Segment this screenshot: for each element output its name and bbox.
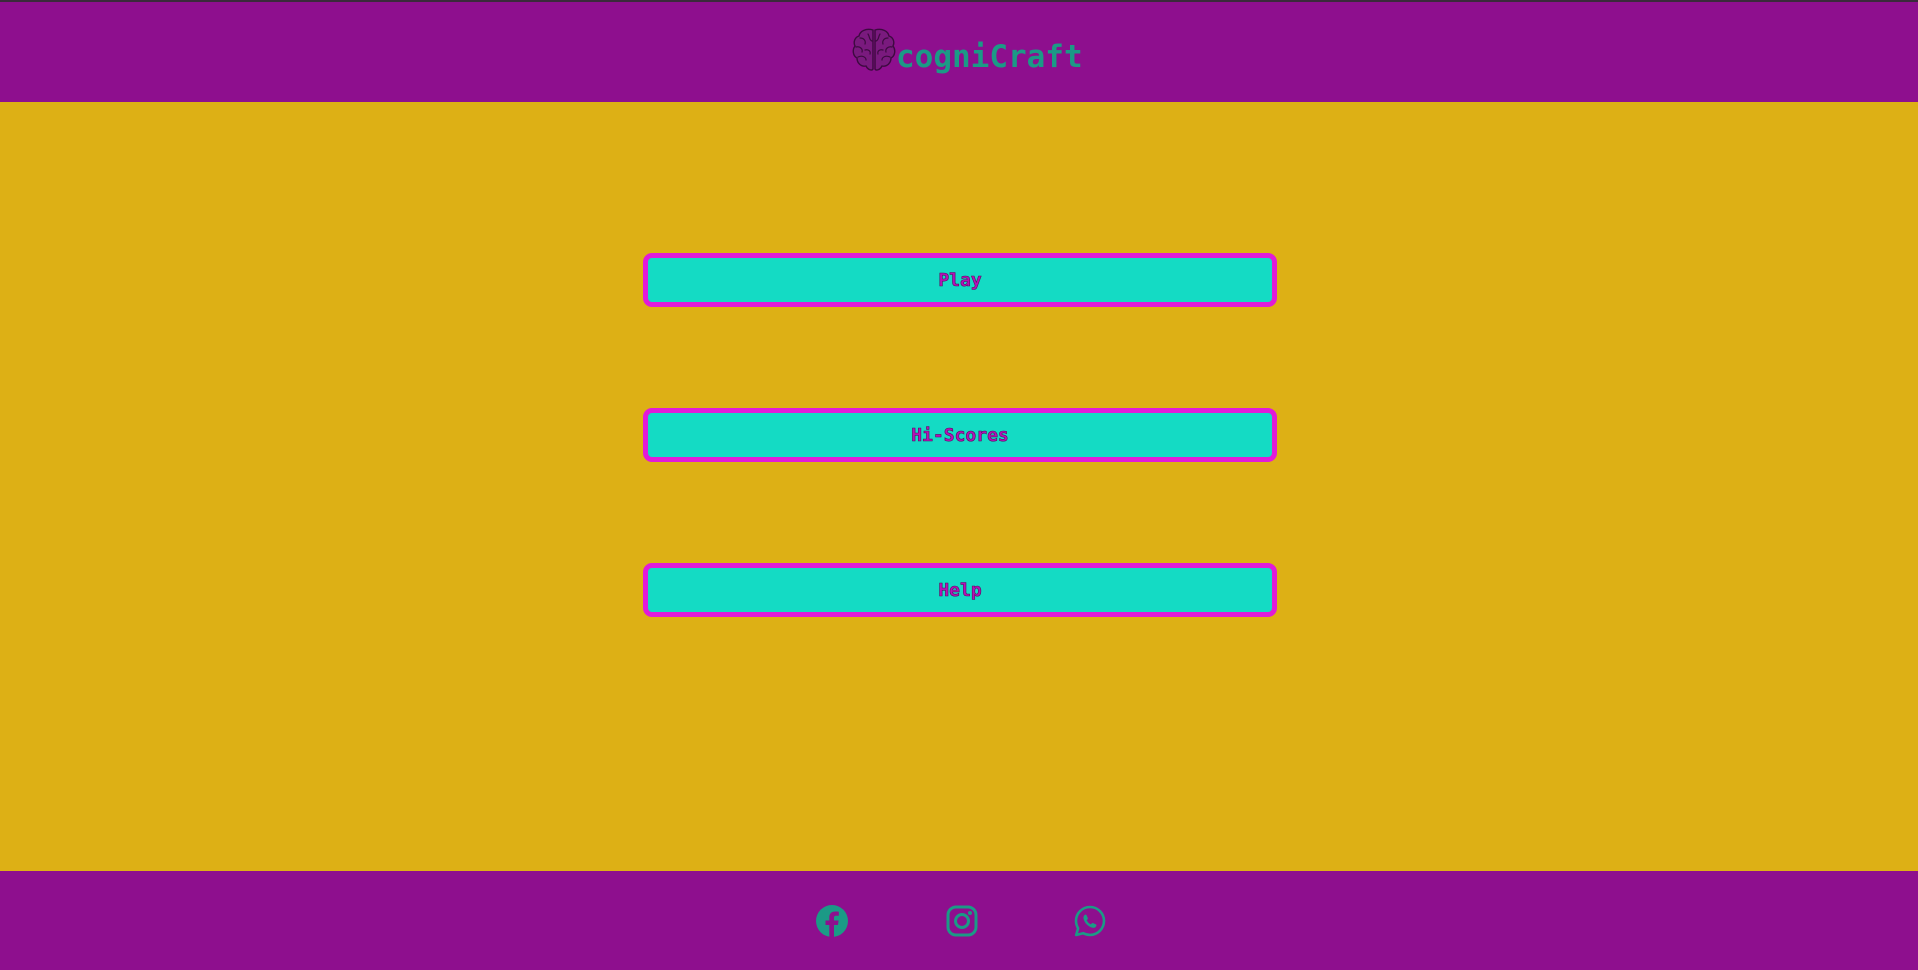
instagram-icon[interactable] [945,904,979,938]
brain-icon [852,28,896,71]
hi-scores-button-label: Hi-Scores [911,424,1009,446]
footer [0,871,1918,970]
facebook-icon[interactable] [815,904,849,938]
play-button[interactable]: Play [643,253,1277,307]
play-button-label: Play [938,269,982,291]
help-button[interactable]: Help [643,563,1277,617]
header: cogniCraft [0,2,1918,102]
brand-logo[interactable]: cogniCraft [852,24,1083,75]
help-button-label: Help [938,579,982,601]
hi-scores-button[interactable]: Hi-Scores [643,408,1277,462]
page: cogniCraft Play Hi-Scores Help [0,0,1918,970]
brand-name: cogniCraft [896,39,1083,75]
whatsapp-icon[interactable] [1073,904,1107,938]
main-menu: Play Hi-Scores Help [0,102,1918,871]
